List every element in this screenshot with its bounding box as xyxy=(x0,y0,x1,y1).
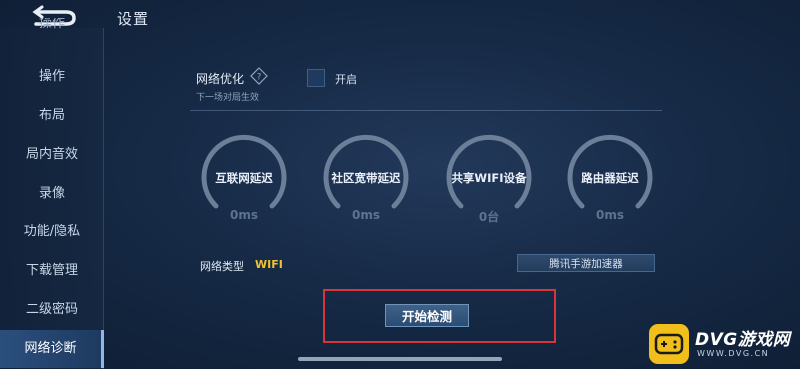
sidebar-item-replay[interactable]: 录像 xyxy=(0,175,104,213)
internet-latency-gauge: 互联网延迟 0ms xyxy=(200,134,288,234)
svg-text:?: ? xyxy=(257,73,262,83)
page-title: 设置 xyxy=(117,10,150,28)
sidebar-item-operation[interactable]: 操作 xyxy=(0,58,104,96)
watermark-title: DVG游戏网 xyxy=(695,330,791,350)
section-divider xyxy=(190,110,662,111)
network-optimization-checkbox[interactable] xyxy=(307,69,325,87)
network-type-value: WIFI xyxy=(255,258,283,271)
sidebar: 操作 操作 布局 局内音效 录像 功能/隐私 下载管理 二级密码 网络诊断 xyxy=(0,18,104,369)
gauge-value: 0ms xyxy=(230,208,258,222)
router-latency-gauge: 路由器延迟 0ms xyxy=(566,134,654,234)
start-detection-button[interactable]: 开始检测 xyxy=(385,304,469,327)
sidebar-item-layout[interactable]: 布局 xyxy=(0,97,104,135)
sidebar-item-password[interactable]: 二级密码 xyxy=(0,291,104,329)
sidebar-item-download[interactable]: 下载管理 xyxy=(0,252,104,290)
home-indicator-bar[interactable] xyxy=(298,357,502,361)
gauge-value: 0ms xyxy=(596,208,624,222)
sidebar-item-privacy[interactable]: 功能/隐私 xyxy=(0,213,104,251)
sidebar-item-network[interactable]: 网络诊断 xyxy=(0,330,104,368)
shared-wifi-gauge: 共享WIFI设备 0台 xyxy=(445,134,533,234)
gauge-label: 共享WIFI设备 xyxy=(451,171,527,185)
accelerator-button[interactable]: 腾讯手游加速器 xyxy=(517,254,655,272)
gauge-label: 路由器延迟 xyxy=(581,171,639,185)
gauge-value: 0台 xyxy=(478,210,500,224)
community-broadband-gauge: 社区宽带延迟 0ms xyxy=(322,134,410,234)
gamepad-logo-icon xyxy=(649,324,689,364)
sidebar-item-sound[interactable]: 局内音效 xyxy=(0,136,104,174)
gauge-label: 互联网延迟 xyxy=(215,171,273,185)
network-optimization-subtitle: 下一场对局生效 xyxy=(196,93,260,103)
gauge-value: 0ms xyxy=(352,208,380,222)
network-optimization-toggle-label[interactable]: 开启 xyxy=(335,71,357,87)
network-optimization-label: 网络优化 xyxy=(196,72,245,86)
gauge-label: 社区宽带延迟 xyxy=(331,171,401,185)
watermark: DVG游戏网 WWW.DVG.CN xyxy=(645,322,797,366)
watermark-url: WWW.DVG.CN xyxy=(697,349,770,358)
network-type-label: 网络类型 xyxy=(200,260,244,273)
question-icon[interactable]: ? xyxy=(250,67,268,85)
sidebar-item-partial[interactable]: 操作 xyxy=(0,18,104,38)
